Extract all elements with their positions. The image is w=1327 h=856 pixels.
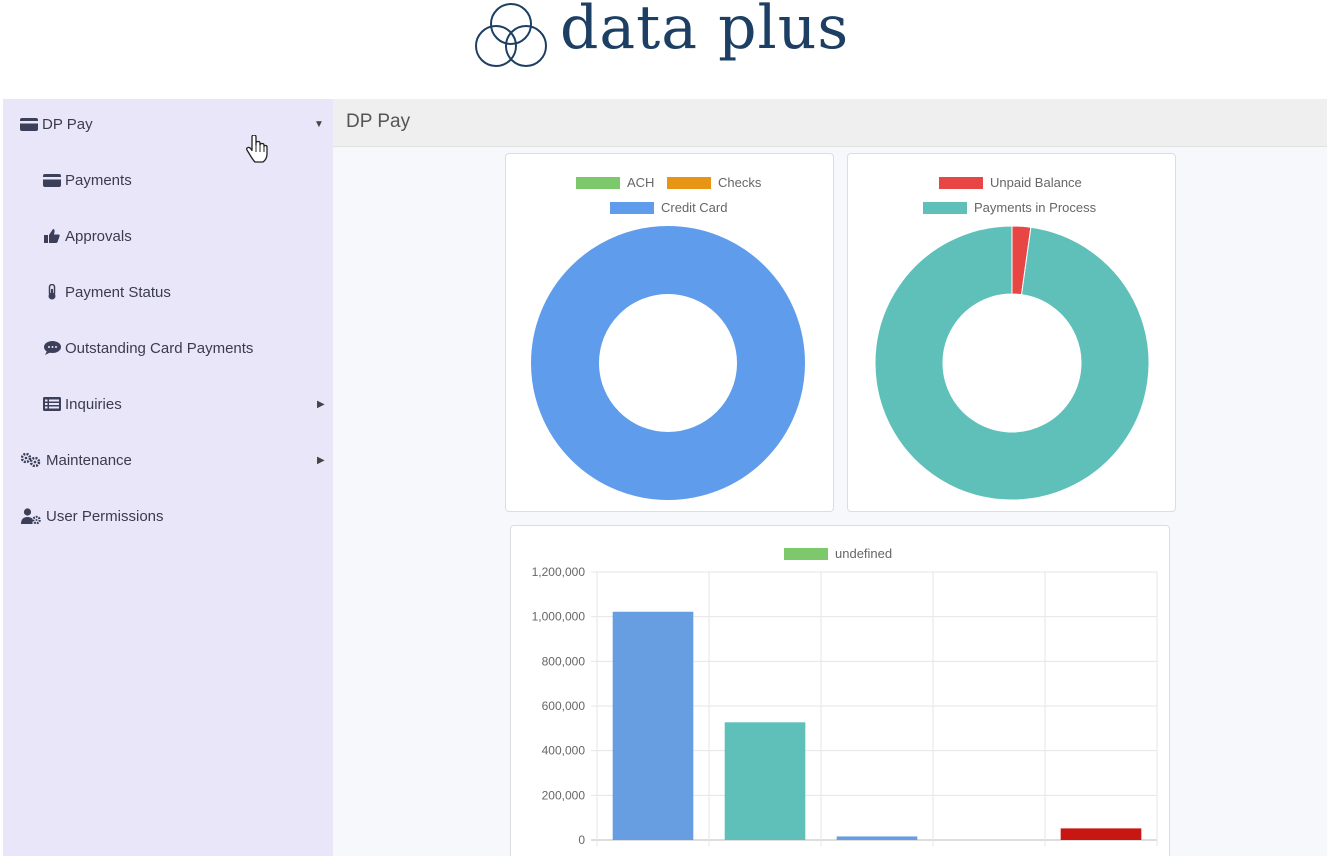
main-content: DP Pay ACH Checks Credit Card Unpaid Bal… bbox=[333, 99, 1327, 856]
user-cog-icon bbox=[20, 508, 42, 524]
credit-card-icon bbox=[20, 116, 38, 132]
logo-rings-icon bbox=[475, 3, 547, 67]
sidebar-item-label: User Permissions bbox=[46, 507, 164, 525]
sidebar-item-payments[interactable]: Payments bbox=[3, 152, 333, 208]
y-tick-label: 600,000 bbox=[542, 699, 586, 713]
sidebar-item-label: Outstanding Card Payments bbox=[65, 339, 254, 357]
thermometer-icon bbox=[43, 284, 61, 300]
brand-name: data plus bbox=[560, 0, 850, 63]
content-header: DP Pay bbox=[333, 99, 1327, 147]
y-tick-label: 400,000 bbox=[542, 744, 586, 758]
page-title: DP Pay bbox=[346, 111, 411, 132]
sidebar-item-outstanding-card-payments[interactable]: Outstanding Card Payments bbox=[3, 320, 333, 376]
sidebar-item-label: Payment Status bbox=[65, 283, 171, 301]
balance-chart-card: Unpaid Balance Payments in Process bbox=[847, 153, 1176, 512]
y-tick-label: 200,000 bbox=[542, 788, 586, 802]
payment-type-doughnut bbox=[531, 226, 805, 500]
cogs-icon bbox=[20, 452, 42, 468]
list-icon bbox=[43, 396, 61, 412]
caret-right-icon: ▶ bbox=[317, 454, 325, 466]
payment-type-chart-card: ACH Checks Credit Card bbox=[505, 153, 834, 512]
y-tick-label: 0 bbox=[578, 833, 585, 847]
sidebar-item-payment-status[interactable]: Payment Status bbox=[3, 264, 333, 320]
sidebar-item-label: Maintenance bbox=[46, 451, 132, 469]
balance-doughnut bbox=[874, 225, 1150, 501]
sidebar-item-inquiries[interactable]: Inquiries ▶ bbox=[3, 376, 333, 432]
sidebar-item-label: DP Pay bbox=[42, 115, 93, 133]
comment-icon bbox=[43, 340, 61, 356]
bar-chart: 1,200,000 1,000,000 800,000 600,000 400,000 2… bbox=[532, 565, 1158, 847]
bar-5 bbox=[1060, 828, 1142, 840]
doughnut-slice-payments-in-process bbox=[874, 225, 1150, 501]
hand-cursor-icon bbox=[246, 135, 268, 163]
y-tick-label: 1,000,000 bbox=[532, 610, 586, 624]
bar-2 bbox=[724, 722, 806, 840]
sidebar-item-dp-pay[interactable]: DP Pay ▼ bbox=[3, 96, 333, 152]
doughnut-slice-credit-card bbox=[531, 226, 805, 500]
sidebar-item-maintenance[interactable]: Maintenance ▶ bbox=[3, 432, 333, 488]
caret-down-icon: ▼ bbox=[314, 118, 324, 130]
sidebar-item-user-permissions[interactable]: User Permissions bbox=[3, 488, 333, 544]
sidebar-item-label: Inquiries bbox=[65, 395, 122, 413]
caret-right-icon: ▶ bbox=[317, 398, 325, 410]
sidebar: DP Pay ▼ Payments Approvals Payment Stat… bbox=[3, 99, 333, 856]
bar-1 bbox=[612, 611, 694, 840]
bar-3 bbox=[836, 836, 918, 840]
sidebar-item-label: Payments bbox=[65, 171, 132, 189]
sidebar-item-label: Approvals bbox=[65, 227, 132, 245]
thumbs-up-icon bbox=[43, 228, 61, 244]
y-tick-label: 800,000 bbox=[542, 654, 586, 668]
credit-card-icon bbox=[43, 172, 61, 188]
y-tick-label: 1,200,000 bbox=[532, 565, 586, 579]
brand-logo: data plus bbox=[468, 0, 868, 72]
sidebar-item-approvals[interactable]: Approvals bbox=[3, 208, 333, 264]
bar-chart-card: undefined 1,200,000 1,000,000 800,000 600,0… bbox=[510, 525, 1170, 856]
